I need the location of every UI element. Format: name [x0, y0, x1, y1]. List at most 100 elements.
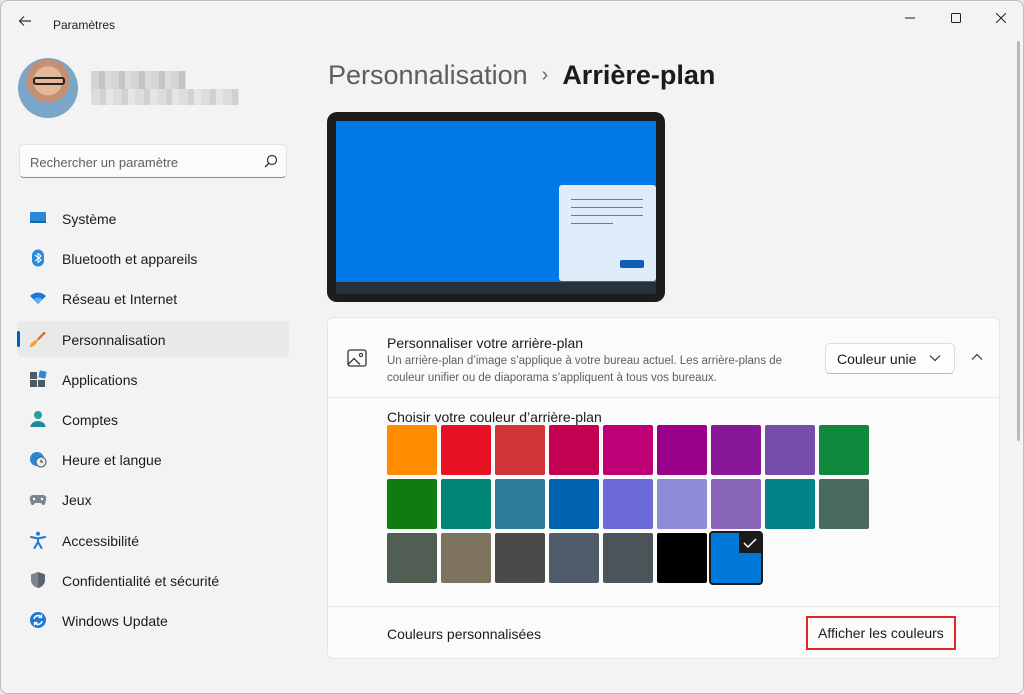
- background-card-description: Un arrière-plan d’image s’applique à vot…: [387, 355, 783, 384]
- maximize-icon: [951, 13, 961, 23]
- color-swatch[interactable]: [765, 425, 815, 475]
- color-swatch[interactable]: [657, 533, 707, 583]
- close-icon: [995, 12, 1007, 24]
- sidebar-item-jeux[interactable]: Jeux: [17, 481, 289, 517]
- search-icon: [264, 154, 278, 168]
- preview-text-line: [571, 199, 643, 200]
- sidebar-item-comptes[interactable]: Comptes: [17, 401, 289, 437]
- sidebar-nav: Système Bluetooth et appareils Réseau et…: [17, 200, 289, 642]
- dropdown-selected-value: Couleur unie: [837, 351, 917, 367]
- color-swatch[interactable]: [549, 533, 599, 583]
- color-swatch[interactable]: [819, 479, 869, 529]
- sidebar-item-bluetooth[interactable]: Bluetooth et appareils: [17, 240, 289, 276]
- sidebar-item-personnalisation[interactable]: Personnalisation: [17, 320, 289, 357]
- color-swatch[interactable]: [441, 479, 491, 529]
- color-swatch[interactable]: [709, 531, 763, 585]
- globe-clock-icon: [30, 452, 47, 468]
- back-button[interactable]: [13, 11, 37, 31]
- checkmark-icon: [739, 533, 761, 553]
- color-swatch[interactable]: [657, 425, 707, 475]
- maximize-button[interactable]: [933, 7, 979, 29]
- breadcrumb: Personnalisation › Arrière-plan: [328, 60, 715, 91]
- preview-wallpaper: [336, 121, 656, 282]
- preview-button: [620, 260, 644, 268]
- color-swatch[interactable]: [603, 479, 653, 529]
- show-colors-label: Afficher les couleurs: [818, 625, 944, 641]
- sidebar-item-systeme[interactable]: Système: [17, 200, 289, 236]
- background-card-title: Personnaliser votre arrière-plan: [387, 335, 584, 351]
- profile-name-blurred: [91, 71, 186, 89]
- sidebar-item-label: Système: [62, 211, 117, 227]
- sidebar-item-accessibilite[interactable]: Accessibilité: [17, 522, 289, 558]
- settings-window: Paramètres Système: [0, 0, 1024, 694]
- active-indicator: [17, 330, 20, 347]
- breadcrumb-parent[interactable]: Personnalisation: [328, 60, 528, 90]
- update-icon: [30, 611, 46, 628]
- color-swatch[interactable]: [603, 425, 653, 475]
- apps-icon: [30, 370, 47, 387]
- wifi-icon: [30, 292, 46, 305]
- sidebar-item-label: Heure et langue: [62, 452, 162, 469]
- sidebar-item-label: Bluetooth et appareils: [62, 251, 198, 268]
- color-swatch[interactable]: [549, 479, 599, 529]
- scrollbar[interactable]: [1017, 41, 1020, 441]
- sidebar-item-label: Personnalisation: [62, 331, 166, 348]
- color-swatch[interactable]: [495, 479, 545, 529]
- sidebar-item-reseau[interactable]: Réseau et Internet: [17, 280, 289, 316]
- picture-icon: [347, 349, 367, 367]
- person-icon: [30, 410, 46, 427]
- chevron-up-icon: [971, 353, 983, 360]
- accessibility-icon: [30, 531, 46, 549]
- minimize-button[interactable]: [887, 7, 933, 29]
- sidebar-item-label: Accessibilité: [62, 532, 140, 549]
- background-type-dropdown[interactable]: Couleur unie: [825, 343, 955, 374]
- desktop-preview: [327, 112, 665, 302]
- color-swatch[interactable]: [711, 425, 761, 475]
- monitor-icon: [30, 212, 46, 223]
- avatar-glasses: [33, 77, 65, 85]
- sidebar-item-applications[interactable]: Applications: [17, 361, 289, 397]
- color-swatch[interactable]: [387, 479, 437, 529]
- avatar[interactable]: [18, 58, 78, 118]
- show-colors-button[interactable]: Afficher les couleurs: [806, 616, 956, 650]
- sidebar-item-label: Comptes: [62, 411, 119, 428]
- color-swatch[interactable]: [387, 533, 437, 583]
- sidebar-item-heure-langue[interactable]: Heure et langue: [17, 441, 289, 477]
- close-button[interactable]: [978, 7, 1023, 29]
- breadcrumb-separator: ›: [541, 64, 549, 86]
- sidebar-item-windows-update[interactable]: Windows Update: [17, 602, 289, 638]
- choose-color-label: Choisir votre couleur d’arrière-plan: [387, 409, 602, 425]
- brush-icon: [30, 331, 46, 347]
- divider: [328, 397, 999, 398]
- color-swatch[interactable]: [711, 479, 761, 529]
- background-settings-card: Personnaliser votre arrière-plan Un arri…: [327, 317, 1000, 659]
- bluetooth-icon: [32, 249, 44, 267]
- gamepad-icon: [29, 495, 47, 506]
- color-swatch[interactable]: [819, 425, 869, 475]
- sidebar-item-label: Windows Update: [62, 612, 168, 629]
- color-swatch[interactable]: [441, 425, 491, 475]
- chevron-down-icon: [929, 355, 941, 362]
- color-swatch[interactable]: [549, 425, 599, 475]
- window-title: Paramètres: [53, 18, 116, 32]
- color-swatch[interactable]: [765, 479, 815, 529]
- page-title: Arrière-plan: [562, 60, 716, 90]
- color-swatch[interactable]: [495, 533, 545, 583]
- color-swatch[interactable]: [495, 425, 545, 475]
- sidebar-item-label: Jeux: [62, 492, 92, 509]
- search-box[interactable]: [19, 144, 287, 178]
- shield-icon: [31, 571, 45, 588]
- color-swatch[interactable]: [387, 425, 437, 475]
- preview-window: [559, 185, 656, 281]
- sidebar-item-confidentialite[interactable]: Confidentialité et sécurité: [17, 562, 289, 598]
- color-swatch[interactable]: [441, 533, 491, 583]
- search-input[interactable]: [30, 152, 250, 172]
- preview-taskbar: [336, 282, 656, 294]
- minimize-icon: [905, 17, 915, 19]
- collapse-button[interactable]: [966, 346, 988, 368]
- profile-email-blurred: [91, 89, 239, 105]
- color-swatch[interactable]: [603, 533, 653, 583]
- sidebar-item-label: Confidentialité et sécurité: [62, 572, 220, 589]
- color-swatch[interactable]: [657, 479, 707, 529]
- back-arrow-icon: [18, 16, 31, 26]
